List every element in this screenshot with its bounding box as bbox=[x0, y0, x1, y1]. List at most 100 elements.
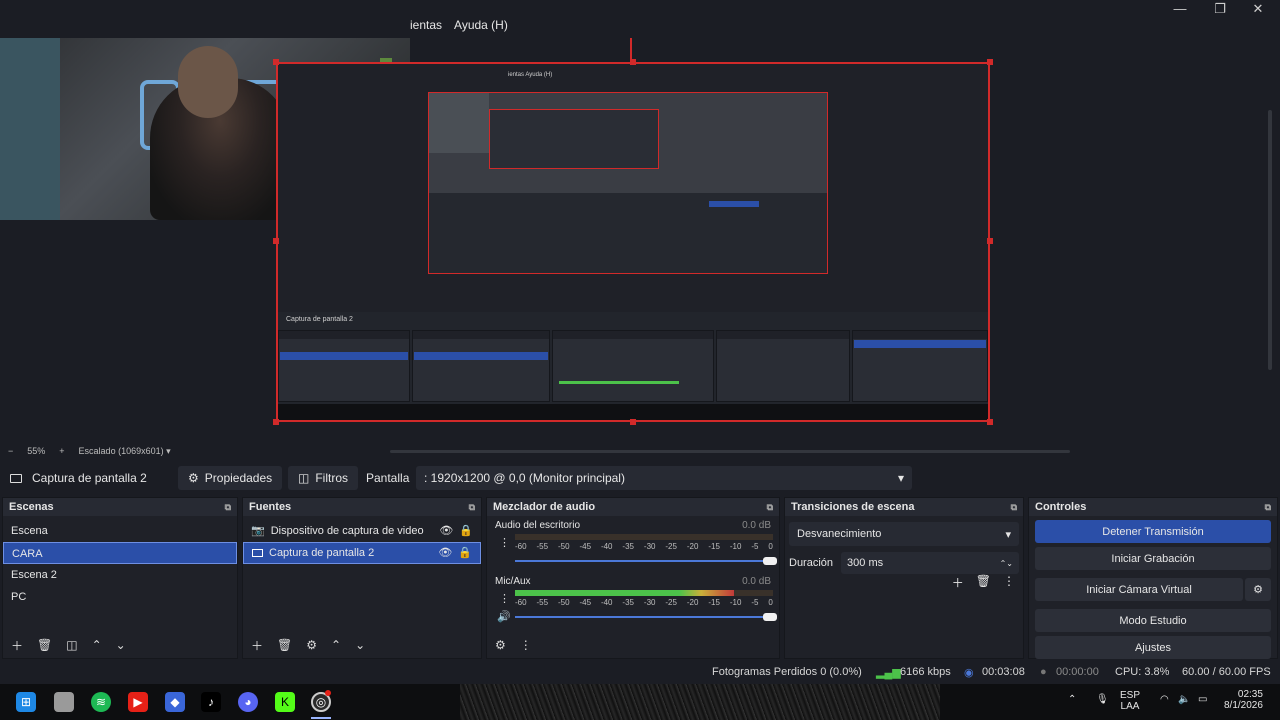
resize-handle[interactable] bbox=[987, 419, 993, 425]
add-icon[interactable]: ＋ bbox=[251, 637, 263, 654]
screen-capture-source[interactable]: ientas Ayuda (H) Captura de pantalla 2 bbox=[276, 62, 990, 422]
nested-sources-panel bbox=[412, 330, 550, 402]
resize-handle[interactable] bbox=[273, 59, 279, 65]
duration-value: 300 ms bbox=[847, 557, 884, 569]
zoom-out-button[interactable]: − bbox=[8, 446, 13, 456]
scene-item[interactable]: Escena 2 bbox=[3, 564, 237, 586]
lock-icon[interactable]: 🔒 bbox=[458, 542, 472, 564]
lock-icon[interactable]: 🔒 bbox=[459, 520, 473, 542]
undock-icon[interactable]: ⧉ bbox=[767, 502, 773, 513]
properties-button[interactable]: ⚙ Propiedades bbox=[178, 466, 283, 490]
clock[interactable]: 02:35 8/1/2026 bbox=[1224, 689, 1263, 711]
source-item-selected[interactable]: Captura de pantalla 2 👁 🔒 bbox=[243, 542, 481, 564]
tiktok-icon[interactable]: ♪ bbox=[201, 692, 221, 712]
resize-handle[interactable] bbox=[273, 419, 279, 425]
gear-icon[interactable]: ⚙ bbox=[1245, 578, 1271, 601]
channel-db: 0.0 dB bbox=[742, 520, 771, 531]
virtual-camera-button[interactable]: Iniciar Cámara Virtual bbox=[1035, 578, 1243, 601]
gear-icon[interactable]: ⚙ bbox=[306, 638, 317, 652]
scene-item-selected[interactable]: CARA bbox=[3, 542, 237, 564]
undock-icon[interactable]: ⧉ bbox=[225, 502, 231, 513]
stop-stream-button[interactable]: Detener Transmisión bbox=[1035, 520, 1271, 543]
trash-icon[interactable]: 🗑 bbox=[976, 574, 991, 591]
display-label: Pantalla bbox=[366, 471, 410, 485]
chevron-down-icon[interactable]: ⌄ bbox=[116, 638, 126, 652]
wifi-icon[interactable]: ◠ bbox=[1160, 694, 1169, 705]
vertical-scrollbar[interactable] bbox=[1268, 110, 1272, 370]
resize-handle[interactable] bbox=[630, 419, 636, 425]
zoom-in-button[interactable]: + bbox=[59, 446, 64, 456]
chevron-up-icon[interactable]: ⌃ bbox=[1068, 694, 1076, 705]
resize-handle[interactable] bbox=[273, 238, 279, 244]
volume-slider[interactable] bbox=[515, 613, 777, 621]
battery-icon[interactable]: ▭ bbox=[1198, 694, 1207, 705]
spinner-icon[interactable]: ⌃⌄ bbox=[1000, 559, 1013, 568]
chevron-down-icon[interactable]: ⌄ bbox=[355, 638, 365, 652]
scene-item[interactable]: PC bbox=[3, 586, 237, 608]
filter-icon[interactable]: ◫ bbox=[66, 638, 77, 652]
studio-mode-button[interactable]: Modo Estudio bbox=[1035, 609, 1271, 632]
spotify-icon[interactable]: ≋ bbox=[91, 692, 111, 712]
add-icon[interactable]: ＋ bbox=[952, 574, 964, 591]
kick-icon[interactable]: K bbox=[275, 692, 295, 712]
advanced-audio-icon[interactable]: ⚙ bbox=[495, 638, 506, 652]
microphone-icon[interactable]: 🎙 bbox=[1096, 694, 1109, 705]
minimize-button[interactable]: — bbox=[1160, 0, 1200, 18]
youtube-icon[interactable]: ▶ bbox=[128, 692, 148, 712]
language-indicator[interactable]: ESP LAA bbox=[1120, 690, 1140, 712]
nested-taskbar bbox=[278, 404, 988, 420]
trash-icon[interactable]: 🗑 bbox=[37, 638, 52, 652]
menu-item-tools[interactable]: ientas bbox=[410, 18, 442, 32]
maximize-button[interactable]: ❐ bbox=[1200, 0, 1240, 18]
scaling-dropdown[interactable]: Escalado (1069x601) ▾ bbox=[79, 446, 171, 457]
speaker-icon[interactable]: 🔊 bbox=[497, 610, 511, 623]
volume-slider[interactable] bbox=[515, 557, 777, 565]
volume-icon[interactable]: 🔈 bbox=[1178, 694, 1190, 705]
display-select[interactable]: : 1920x1200 @ 0,0 (Monitor principal) ▾ bbox=[416, 466, 912, 490]
scale-tick: -50 bbox=[557, 598, 570, 607]
scene-item[interactable]: Escena bbox=[3, 520, 237, 542]
scale-tick: -25 bbox=[665, 598, 677, 607]
undock-icon[interactable]: ⧉ bbox=[1265, 502, 1271, 513]
kebab-menu-icon[interactable]: ⋮ bbox=[499, 536, 510, 549]
nested-source-label: Captura de pantalla 2 bbox=[286, 316, 353, 323]
add-icon[interactable]: ＋ bbox=[11, 637, 23, 654]
scale-tick: 0 bbox=[768, 598, 773, 607]
app-icon[interactable] bbox=[54, 692, 74, 712]
close-button[interactable]: ✕ bbox=[1238, 0, 1278, 18]
kebab-menu-icon[interactable]: ⋮ bbox=[499, 592, 510, 605]
transition-select[interactable]: Desvanecimiento ▾ bbox=[789, 522, 1019, 546]
wallpaper-strip bbox=[460, 684, 940, 720]
windows-start-icon[interactable]: ⊞ bbox=[16, 692, 36, 712]
trash-icon[interactable]: 🗑 bbox=[277, 638, 292, 652]
filters-button[interactable]: ◫ Filtros bbox=[288, 466, 359, 490]
undock-icon[interactable]: ⧉ bbox=[469, 502, 475, 513]
settings-button[interactable]: Ajustes bbox=[1035, 636, 1271, 659]
eye-icon[interactable]: 👁 bbox=[438, 542, 452, 564]
kebab-menu-icon[interactable]: ⋮ bbox=[1003, 574, 1015, 591]
resize-handle[interactable] bbox=[987, 59, 993, 65]
undock-icon[interactable]: ⧉ bbox=[1011, 502, 1017, 513]
horizontal-scrollbar[interactable] bbox=[390, 450, 1070, 453]
discord-icon[interactable]: ◕ bbox=[238, 692, 258, 712]
chevron-up-icon[interactable]: ⌃ bbox=[331, 638, 341, 652]
duration-input[interactable]: 300 ms ⌃⌄ bbox=[841, 552, 1019, 574]
slider-knob[interactable] bbox=[763, 613, 777, 621]
menu-item-help[interactable]: Ayuda (H) bbox=[454, 18, 508, 32]
source-item[interactable]: 📷 Dispositivo de captura de video 👁 🔒 bbox=[243, 520, 481, 542]
scale-tick: -50 bbox=[557, 542, 570, 551]
dropped-frames: Fotogramas Perdidos 0 (0.0%) bbox=[712, 666, 862, 678]
slider-knob[interactable] bbox=[763, 557, 777, 565]
kebab-menu-icon[interactable]: ⋮ bbox=[520, 638, 532, 652]
resize-handle[interactable] bbox=[987, 238, 993, 244]
chevron-up-icon[interactable]: ⌃ bbox=[92, 638, 102, 652]
start-recording-button[interactable]: Iniciar Grabación bbox=[1035, 547, 1271, 570]
channel-db: 0.0 dB bbox=[742, 576, 771, 587]
current-source-name: Captura de pantalla 2 bbox=[32, 471, 147, 485]
app-icon[interactable]: ◆ bbox=[165, 692, 185, 712]
rotation-handle[interactable] bbox=[630, 38, 632, 60]
preview-canvas[interactable]: ientas Ayuda (H) Captura de pantalla 2 −… bbox=[0, 38, 1280, 456]
meter-scale: -60 -55 -50 -45 -40 -35 -30 -25 -20 -15 -10 -5 0 bbox=[515, 598, 773, 607]
date: 8/1/2026 bbox=[1224, 700, 1263, 711]
eye-icon[interactable]: 👁 bbox=[439, 520, 453, 542]
